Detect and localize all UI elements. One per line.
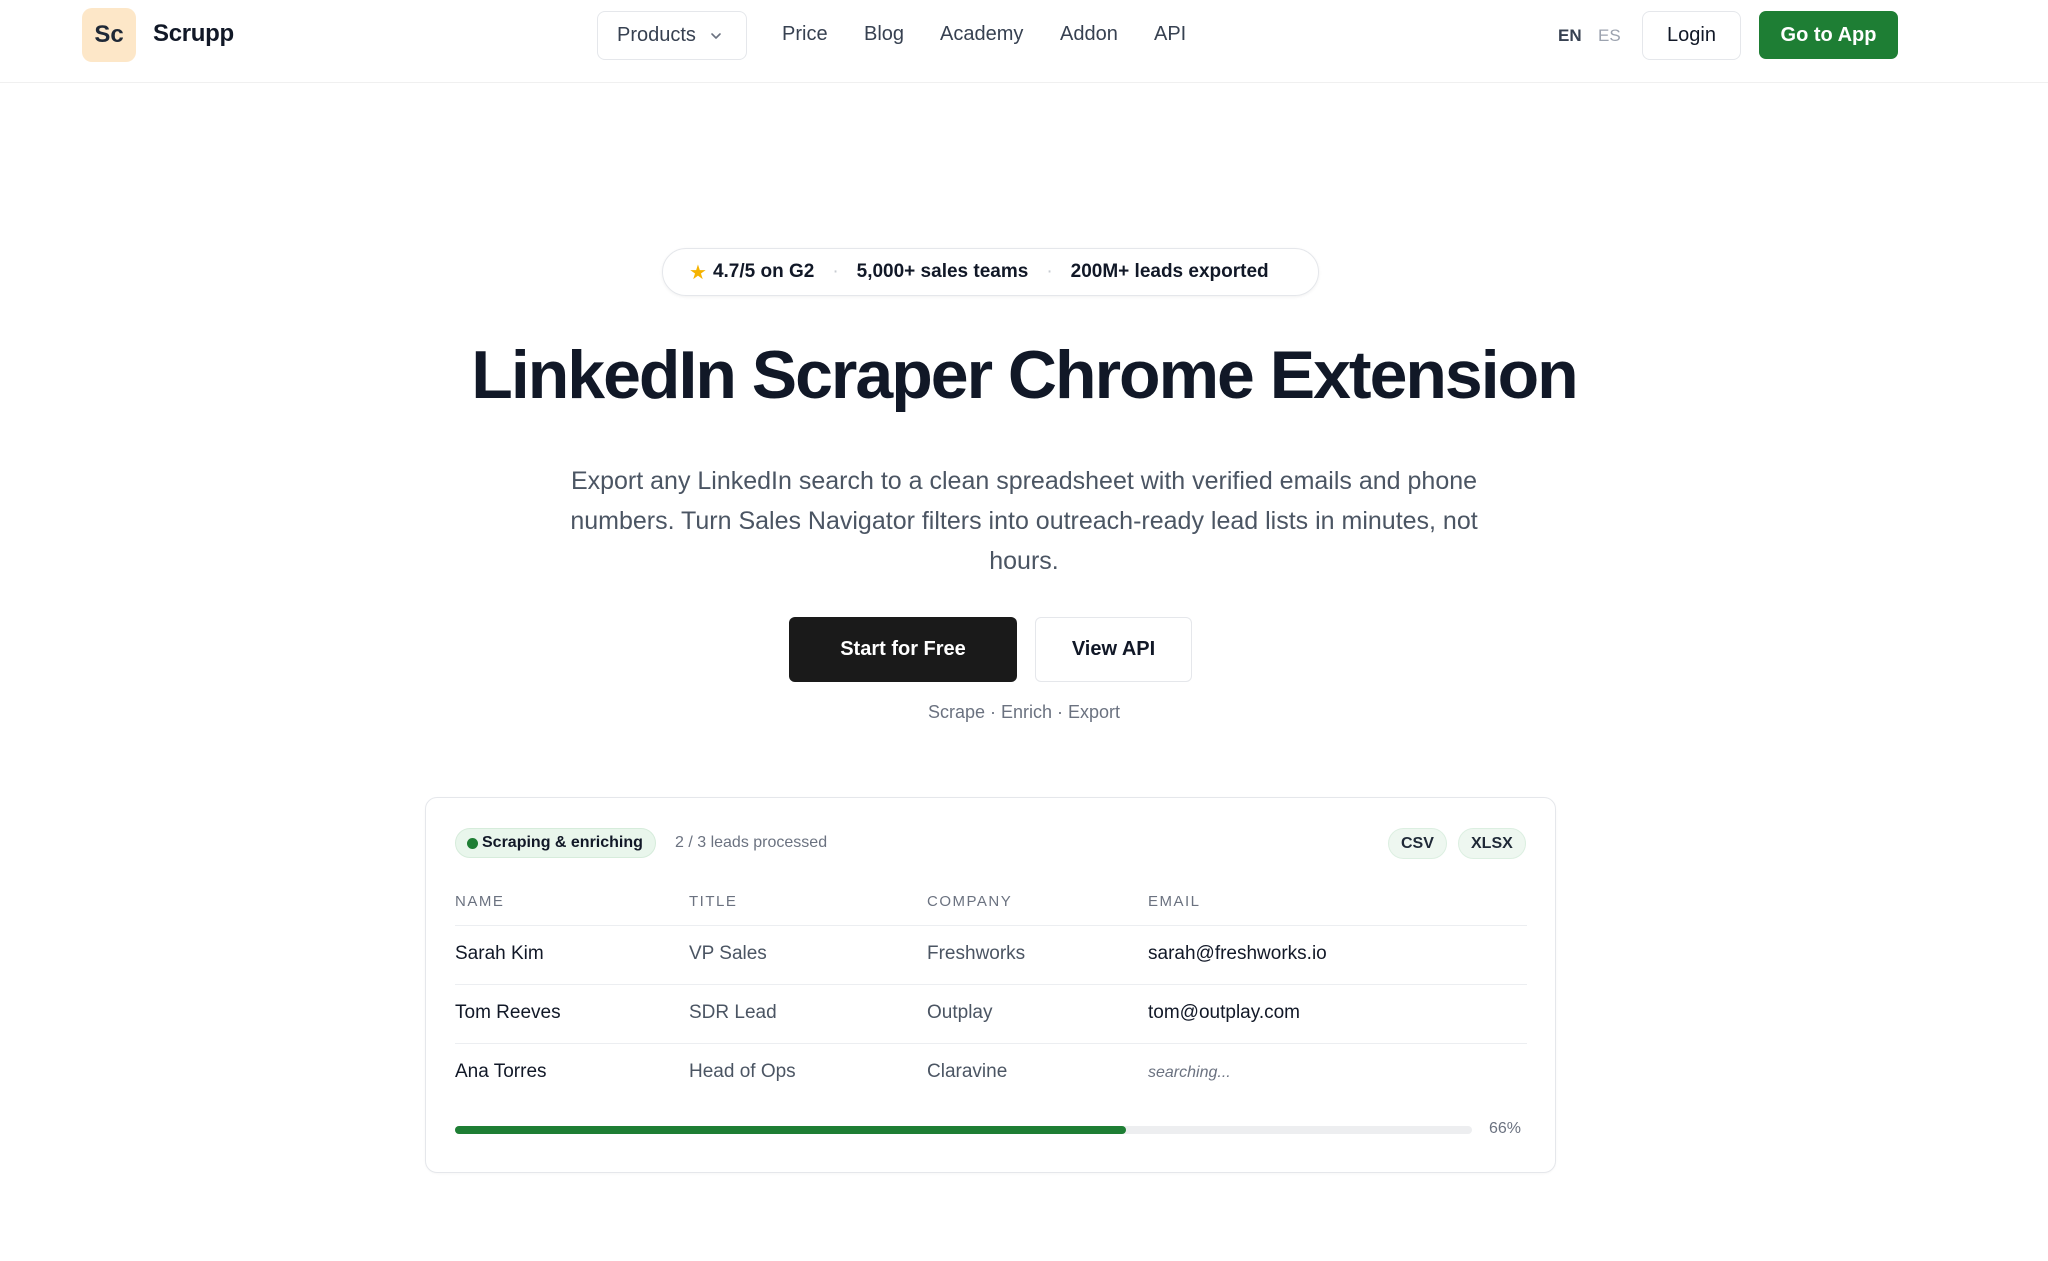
nav-academy[interactable]: Academy: [940, 23, 1023, 46]
nav-price[interactable]: Price: [782, 23, 828, 46]
chevron-down-icon: [711, 32, 721, 39]
live-dot-icon: [467, 837, 478, 849]
lang-en[interactable]: EN: [1558, 26, 1582, 46]
scraper-demo-card: Scraping & enriching 2 / 3 leads process…: [425, 797, 1556, 1173]
site-header: Sc Scrupp Products Price Blog Academy Ad…: [0, 0, 2048, 83]
lead-title: Head of Ops: [689, 1061, 796, 1082]
xlsx-format-badge[interactable]: XLSX: [1458, 828, 1526, 859]
divider: [455, 925, 1527, 926]
nav-api[interactable]: API: [1154, 23, 1186, 46]
progress-percent: 66%: [1489, 1120, 1522, 1137]
products-label: Products: [617, 24, 696, 46]
divider: [455, 984, 1527, 985]
column-header-company: COMPANY: [927, 893, 1013, 910]
lead-name: Ana Torres: [455, 1061, 547, 1082]
hero-tagline: Scrape · Enrich · Export: [927, 702, 1121, 722]
separator-dot: ·: [832, 261, 839, 282]
lead-company: Claravine: [927, 1061, 1008, 1082]
divider: [455, 1043, 1527, 1044]
lead-title: VP Sales: [689, 943, 767, 964]
lead-company: Freshworks: [927, 943, 1026, 964]
status-text: Scraping & enriching: [482, 834, 643, 851]
lang-es[interactable]: ES: [1598, 26, 1621, 46]
progress-bar-fill: [455, 1126, 1127, 1134]
nav-blog[interactable]: Blog: [864, 23, 904, 46]
start-for-free-button[interactable]: Start for Free: [789, 617, 1017, 682]
status-badge: Scraping & enriching: [455, 828, 656, 858]
teams-text: 5,000+ sales teams: [856, 261, 1029, 282]
leads-processed-text: 2 / 3 leads processed: [675, 834, 828, 851]
lead-name: Sarah Kim: [455, 943, 544, 964]
progress-bar: [455, 1126, 1472, 1134]
lead-email: sarah@freshworks.io: [1148, 943, 1327, 964]
column-header-name: NAME: [455, 893, 505, 910]
rating-text: 4.7/5 on G2: [712, 261, 815, 282]
brand-name[interactable]: Scrupp: [153, 20, 234, 48]
lead-email: tom@outplay.com: [1148, 1002, 1300, 1023]
lead-title: SDR Lead: [689, 1002, 777, 1023]
products-dropdown[interactable]: Products: [597, 11, 747, 60]
column-header-email: EMAIL: [1148, 893, 1201, 910]
logo-badge[interactable]: Sc: [82, 8, 136, 62]
hero-title: LinkedIn Scraper Chrome Extension: [471, 337, 1578, 413]
lead-email-searching: searching...: [1148, 1064, 1231, 1081]
leads-text: 200M+ leads exported: [1070, 261, 1269, 282]
lead-company: Outplay: [927, 1002, 993, 1023]
lead-name: Tom Reeves: [455, 1002, 561, 1023]
go-to-app-button[interactable]: Go to App: [1759, 11, 1898, 59]
social-proof-pill: ★ 4.7/5 on G2 · 5,000+ sales teams · 200…: [662, 248, 1319, 296]
hero-subtitle: Export any LinkedIn search to a clean sp…: [570, 467, 1478, 575]
login-button[interactable]: Login: [1642, 11, 1741, 60]
column-header-title: TITLE: [689, 893, 738, 910]
separator-dot: ·: [1046, 261, 1053, 282]
csv-format-badge[interactable]: CSV: [1388, 828, 1447, 859]
star-icon: ★: [689, 261, 707, 284]
view-api-button[interactable]: View API: [1035, 617, 1192, 682]
nav-addon[interactable]: Addon: [1060, 23, 1118, 46]
